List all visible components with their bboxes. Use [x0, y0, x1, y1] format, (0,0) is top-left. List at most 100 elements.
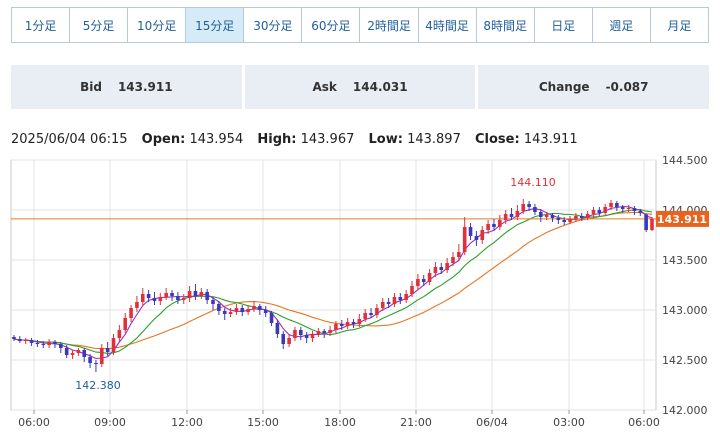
candle-body: [293, 330, 297, 338]
candle-body: [199, 292, 204, 296]
candle-body: [287, 338, 291, 344]
candle-body: [591, 210, 596, 214]
tab-6[interactable]: 2時間足: [360, 8, 419, 42]
candle-body: [217, 304, 221, 311]
candle-body: [23, 340, 28, 341]
candle-body: [632, 208, 637, 211]
candle-body: [462, 227, 467, 252]
tab-9[interactable]: 日足: [535, 8, 593, 42]
candle-body: [603, 207, 607, 213]
candle-body: [12, 337, 16, 339]
candle-body: [234, 308, 239, 312]
candle-body: [41, 344, 46, 345]
candle-body: [94, 363, 98, 364]
candle-body: [76, 350, 81, 353]
change-value: -0.087: [605, 80, 649, 94]
candle-body: [111, 338, 116, 352]
price-tag-label: 143.911: [657, 213, 707, 226]
x-tick-label: 06:00: [18, 416, 50, 429]
bid-box: Bid 143.911: [11, 65, 242, 109]
tab-10[interactable]: 週足: [593, 8, 651, 42]
low-annotation: 142.380: [75, 379, 121, 392]
tab-3[interactable]: 15分足: [186, 8, 245, 42]
tab-2[interactable]: 10分足: [128, 8, 187, 42]
plot-area: [10, 159, 657, 411]
x-tick-label: 18:00: [324, 416, 356, 429]
candle-body: [421, 279, 426, 282]
candle-body: [263, 310, 268, 313]
tab-7[interactable]: 4時間足: [419, 8, 477, 42]
candle-body: [181, 298, 186, 300]
candle-body: [615, 203, 619, 207]
candle-body: [620, 207, 625, 209]
candle-body: [269, 313, 274, 323]
candle-body: [211, 300, 215, 304]
candle-body: [252, 306, 256, 309]
y-tick-label: 143.500: [662, 254, 708, 267]
tab-8[interactable]: 8時間足: [477, 8, 535, 42]
candle-body: [556, 218, 561, 220]
candle-body: [82, 350, 87, 357]
tab-4[interactable]: 30分足: [244, 8, 303, 42]
candle-body: [574, 216, 578, 219]
candle-body: [152, 298, 157, 301]
candle-body: [222, 311, 227, 314]
candle-body: [59, 344, 63, 348]
close-value: 143.911: [523, 132, 578, 147]
candle-body: [369, 313, 373, 315]
candle-body: [299, 330, 303, 335]
candle-body: [503, 214, 508, 220]
tab-1[interactable]: 5分足: [70, 8, 129, 42]
candle-body: [445, 263, 449, 270]
tab-0[interactable]: 1分足: [12, 8, 71, 42]
candle-body: [140, 294, 145, 302]
candle-body: [410, 286, 414, 294]
x-tick-label: 12:00: [171, 416, 203, 429]
candle-body: [544, 215, 549, 217]
candle-body: [123, 318, 128, 330]
candle-body: [363, 313, 367, 319]
candle-body: [568, 219, 572, 222]
candle-body: [597, 210, 602, 213]
candle-body: [88, 357, 92, 363]
bid-value: 143.911: [117, 80, 173, 94]
x-tick-label: 15:00: [247, 416, 279, 429]
close-label: Close:: [475, 132, 520, 147]
candlestick-chart[interactable]: 144.500144.000143.500143.000142.500142.0…: [0, 150, 720, 436]
candle-body: [416, 279, 420, 286]
candle-body: [644, 214, 648, 230]
candle-body: [146, 294, 151, 298]
candle-body: [117, 330, 122, 338]
candle-body: [386, 302, 391, 304]
candle-body: [158, 297, 163, 301]
ohlc-readout: 2025/06/04 06:15 Open: 143.954 High: 143…: [11, 132, 588, 147]
candle-body: [328, 330, 332, 333]
high-value: 143.967: [300, 132, 355, 147]
candle-body: [129, 308, 133, 318]
candle-body: [427, 273, 432, 282]
candle-body: [29, 340, 34, 343]
candle-body: [310, 334, 315, 338]
candle-body: [258, 306, 262, 310]
candle-body: [538, 212, 543, 217]
y-tick-label: 143.000: [662, 304, 708, 317]
candle-body: [246, 309, 250, 312]
candle-body: [176, 296, 180, 300]
candle-body: [509, 214, 514, 217]
candle-body: [205, 292, 209, 300]
candle-body: [47, 342, 51, 345]
candle-body: [170, 293, 174, 296]
candle-body: [392, 297, 397, 304]
candle-body: [35, 343, 40, 344]
candle-body: [64, 348, 69, 355]
candle-body: [527, 204, 531, 207]
tab-5[interactable]: 60分足: [302, 8, 361, 42]
candle-body: [70, 353, 75, 355]
candle-body: [638, 211, 643, 213]
candle: [644, 213, 648, 232]
ask-box: Ask 144.031: [244, 65, 476, 109]
candle-body: [433, 267, 438, 273]
tab-11[interactable]: 月足: [651, 8, 708, 42]
candle-body: [457, 252, 461, 257]
candle-body: [345, 322, 350, 326]
